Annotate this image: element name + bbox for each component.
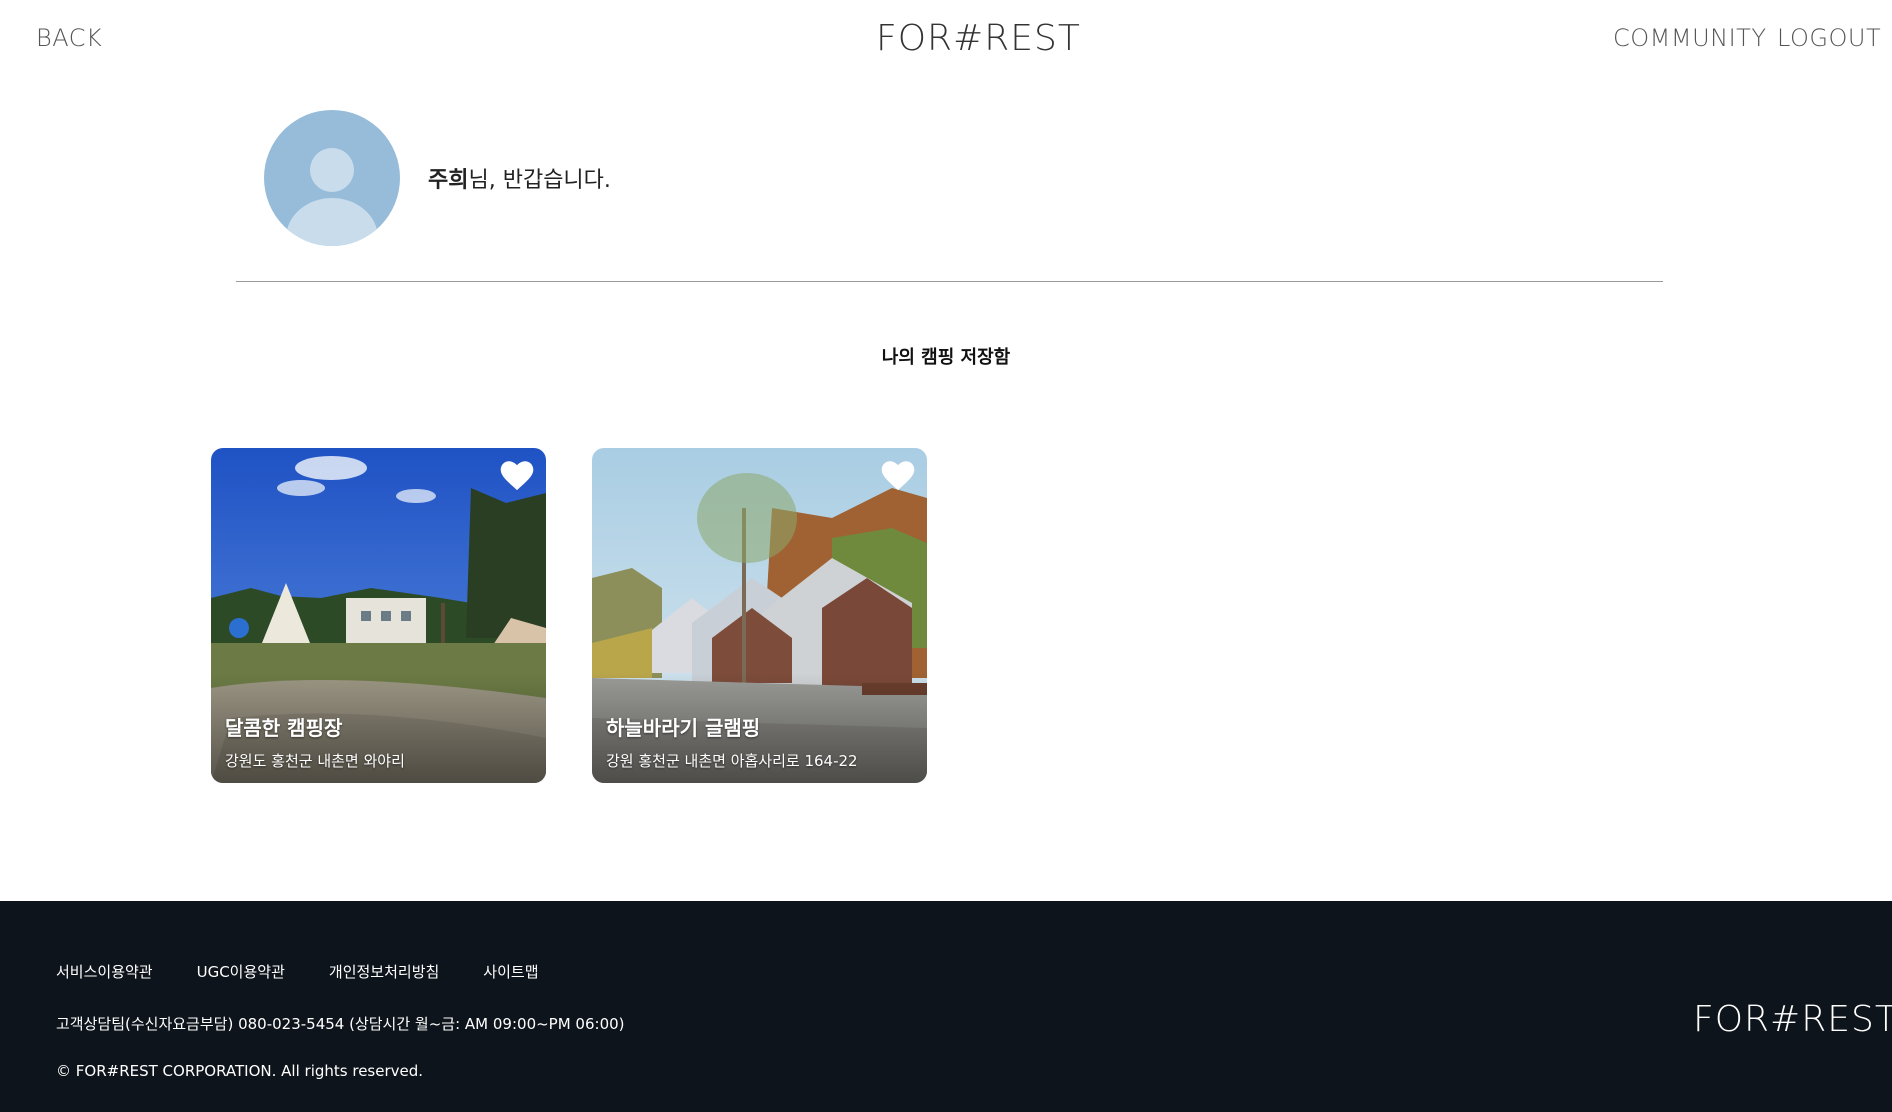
divider (236, 281, 1663, 282)
card-title: 달콤한 캠핑장 (225, 716, 343, 740)
avatar-head-shape (310, 148, 354, 192)
footer-link-ugc-terms[interactable]: UGC이용약관 (197, 961, 285, 982)
logout-link[interactable]: LOGOUT (1777, 24, 1881, 52)
user-name: 주희 (428, 168, 469, 193)
heart-icon[interactable] (881, 460, 915, 492)
footer-copyright: © FOR#REST CORPORATION. All rights reser… (56, 1062, 424, 1080)
footer: 서비스이용약관 UGC이용약관 개인정보처리방침 사이트맵 고객상담팀(수신자요… (0, 901, 1892, 1112)
footer-logo: FOR#REST (1693, 999, 1892, 1040)
card-address: 강원도 홍천군 내촌면 와야리 (225, 752, 405, 770)
community-link[interactable]: COMMUNITY (1613, 24, 1766, 52)
camping-card[interactable]: 달콤한 캠핑장 강원도 홍천군 내촌면 와야리 (211, 448, 546, 783)
footer-links: 서비스이용약관 UGC이용약관 개인정보처리방침 사이트맵 (56, 961, 583, 982)
back-link[interactable]: BACK (36, 24, 102, 52)
avatar-body-shape (286, 198, 378, 246)
card-title: 하늘바라기 글램핑 (606, 716, 761, 740)
footer-link-privacy[interactable]: 개인정보처리방침 (329, 961, 439, 982)
footer-link-terms[interactable]: 서비스이용약관 (56, 961, 153, 982)
section-title: 나의 캠핑 저장함 (881, 347, 1011, 368)
camping-card[interactable]: 하늘바라기 글램핑 강원 홍천군 내촌면 아홉사리로 164-22 (592, 448, 927, 783)
site-logo[interactable]: FOR#REST (876, 18, 1081, 59)
card-address: 강원 홍천군 내촌면 아홉사리로 164-22 (606, 752, 858, 770)
header: BACK FOR#REST COMMUNITY LOGOUT (0, 0, 1892, 84)
footer-contact: 고객상담팀(수신자요금부담) 080-023-5454 (상담시간 월~금: A… (56, 1015, 625, 1033)
heart-icon[interactable] (500, 460, 534, 492)
profile-section: 주희님, 반갑습니다. (264, 110, 611, 246)
greeting-text: 주희님, 반갑습니다. (428, 162, 611, 194)
avatar (264, 110, 400, 246)
footer-link-sitemap[interactable]: 사이트맵 (483, 961, 538, 982)
greeting-suffix: 님, 반갑습니다. (468, 168, 611, 193)
